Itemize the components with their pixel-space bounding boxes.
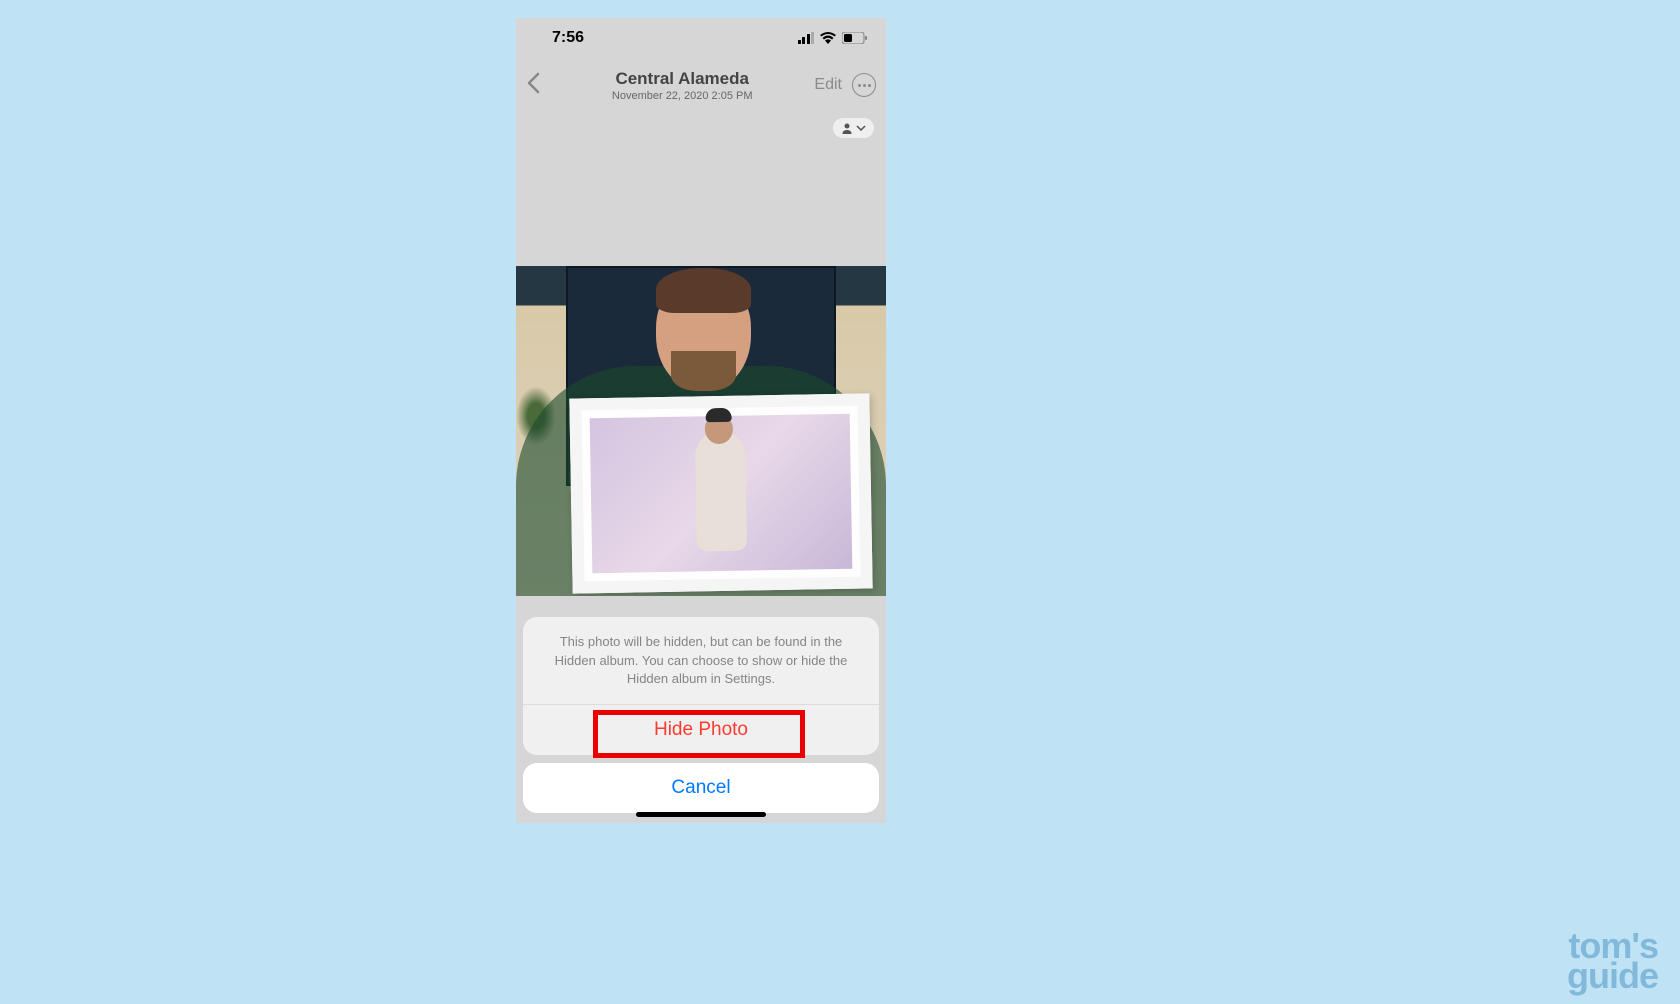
hide-photo-button[interactable]: Hide Photo: [523, 705, 879, 755]
status-time: 7:56: [534, 29, 584, 47]
edit-button[interactable]: Edit: [814, 76, 842, 94]
cellular-signal-icon: [798, 32, 815, 44]
person-icon: [841, 122, 853, 134]
phone-screenshot: 7:56 Central Alameda November 22, 2020 2…: [516, 18, 886, 823]
watermark-logo: tom's guide: [1567, 931, 1658, 992]
chevron-down-icon: [856, 125, 866, 131]
action-sheet: This photo will be hidden, but can be fo…: [523, 617, 879, 813]
page-title: Central Alameda: [550, 69, 814, 89]
cancel-button[interactable]: Cancel: [523, 763, 879, 813]
page-subtitle: November 22, 2020 2:05 PM: [550, 90, 814, 102]
photo-viewer[interactable]: [516, 266, 886, 596]
home-indicator[interactable]: [636, 812, 766, 817]
sheet-message: This photo will be hidden, but can be fo…: [523, 617, 879, 705]
status-bar: 7:56: [516, 18, 886, 58]
status-icons: [798, 32, 869, 44]
nav-header: Central Alameda November 22, 2020 2:05 P…: [516, 58, 886, 112]
battery-icon: [842, 32, 868, 44]
ellipsis-icon: [858, 84, 871, 87]
more-options-button[interactable]: [852, 73, 876, 97]
back-button[interactable]: [526, 72, 550, 99]
watermark-line2: guide: [1567, 961, 1658, 992]
wifi-icon: [820, 32, 836, 44]
people-tag-button[interactable]: [833, 118, 874, 138]
